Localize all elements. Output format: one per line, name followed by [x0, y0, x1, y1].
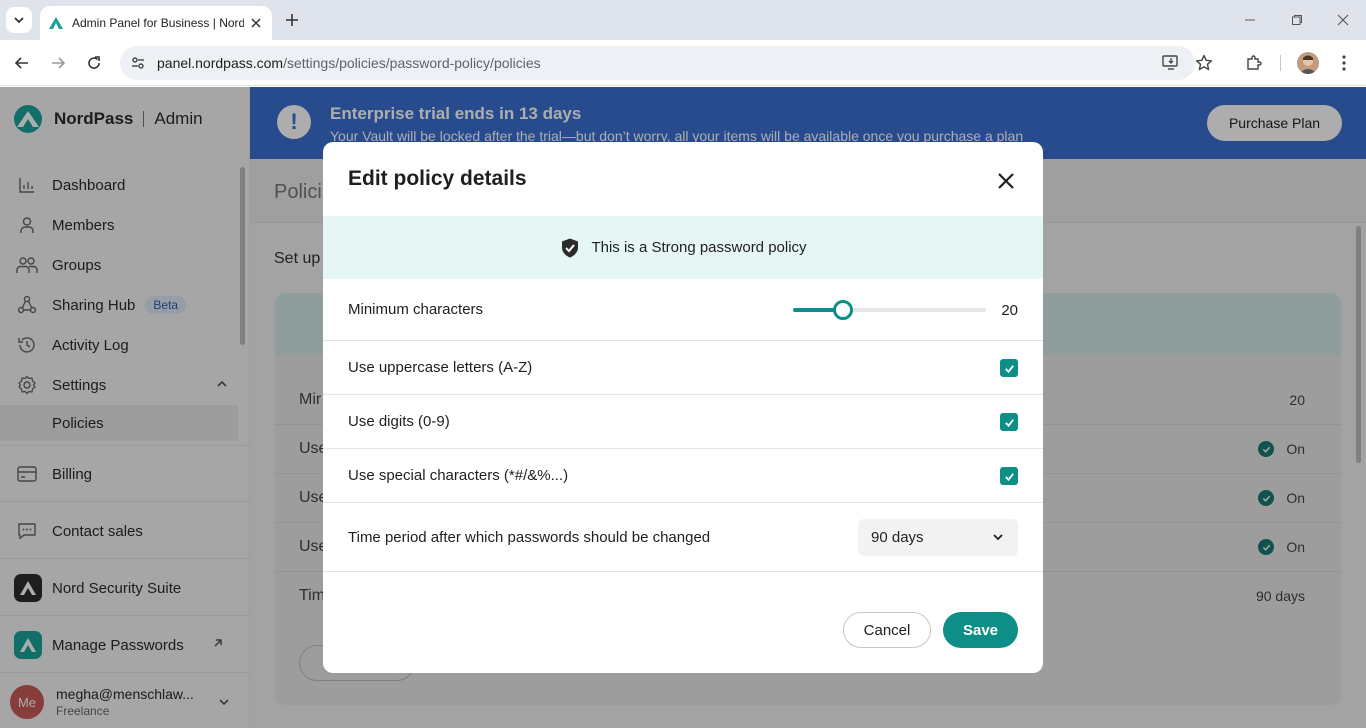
browser-tab[interactable]: Admin Panel for Business | NordPass — [40, 6, 272, 40]
min-characters-value: 20 — [1001, 302, 1018, 319]
close-window-icon[interactable] — [1335, 12, 1351, 28]
site-settings-icon[interactable] — [129, 54, 147, 72]
special-characters-row: Use special characters (*#/&%...) — [323, 449, 1043, 503]
uppercase-row: Use uppercase letters (A-Z) — [323, 341, 1043, 395]
new-tab-icon[interactable] — [282, 10, 302, 30]
policy-strength-banner: This is a Strong password policy — [323, 216, 1043, 279]
toolbar-divider — [1280, 55, 1281, 71]
chevron-down-icon — [14, 17, 24, 24]
tab-search-button[interactable] — [6, 7, 32, 33]
minimize-icon[interactable] — [1242, 12, 1258, 28]
special-characters-label: Use special characters (*#/&%...) — [348, 467, 569, 484]
slider-handle[interactable] — [833, 300, 854, 320]
restore-icon[interactable] — [1289, 12, 1305, 28]
url-text: panel.nordpass.com/settings/policies/pas… — [157, 55, 541, 71]
checkmark-icon — [1004, 418, 1014, 427]
nordpass-favicon-icon — [49, 17, 63, 29]
url-host: panel.nordpass.com — [157, 55, 284, 71]
password-period-label: Time period after which passwords should… — [348, 529, 711, 546]
password-period-select[interactable]: 90 days — [858, 519, 1018, 556]
min-characters-slider[interactable] — [793, 300, 986, 320]
back-arrow-icon[interactable] — [12, 53, 32, 73]
digits-label: Use digits (0-9) — [348, 413, 450, 430]
edit-policy-modal: Edit policy details This is a Strong pas… — [323, 142, 1043, 673]
checkmark-icon — [1004, 364, 1014, 373]
cancel-button[interactable]: Cancel — [843, 612, 931, 648]
url-path: /settings/policies/password-policy/polic… — [283, 55, 541, 71]
checkmark-icon — [1004, 472, 1014, 481]
password-period-value: 90 days — [871, 529, 924, 546]
close-icon[interactable] — [993, 168, 1019, 194]
shield-check-icon — [562, 238, 579, 257]
forward-arrow-icon[interactable] — [48, 53, 68, 73]
chevron-down-icon — [993, 534, 1003, 541]
save-button[interactable]: Save — [943, 612, 1018, 648]
uppercase-label: Use uppercase letters (A-Z) — [348, 359, 533, 376]
modal-title: Edit policy details — [348, 167, 527, 190]
tab-title: Admin Panel for Business | NordPass — [72, 16, 244, 30]
close-tab-icon[interactable] — [248, 15, 264, 31]
chrome-menu-icon[interactable] — [1334, 53, 1354, 73]
policy-strength-text: This is a Strong password policy — [591, 239, 807, 256]
reload-icon[interactable] — [84, 53, 104, 73]
bookmark-star-icon[interactable] — [1195, 54, 1213, 72]
profile-avatar[interactable] — [1297, 52, 1319, 74]
browser-tab-bar: Admin Panel for Business | NordPass — [0, 0, 1366, 40]
address-bar[interactable]: panel.nordpass.com/settings/policies/pas… — [120, 46, 1213, 80]
uppercase-checkbox[interactable] — [1000, 359, 1018, 377]
min-characters-row: Minimum characters 20 — [323, 279, 1043, 341]
digits-row: Use digits (0-9) — [323, 395, 1043, 449]
digits-checkbox[interactable] — [1000, 413, 1018, 431]
install-app-icon[interactable] — [1162, 54, 1180, 72]
extensions-puzzle-icon[interactable] — [1244, 53, 1264, 73]
browser-toolbar: panel.nordpass.com/settings/policies/pas… — [0, 40, 1366, 86]
special-characters-checkbox[interactable] — [1000, 467, 1018, 485]
password-period-row: Time period after which passwords should… — [323, 503, 1043, 572]
min-characters-label: Minimum characters — [348, 301, 484, 318]
